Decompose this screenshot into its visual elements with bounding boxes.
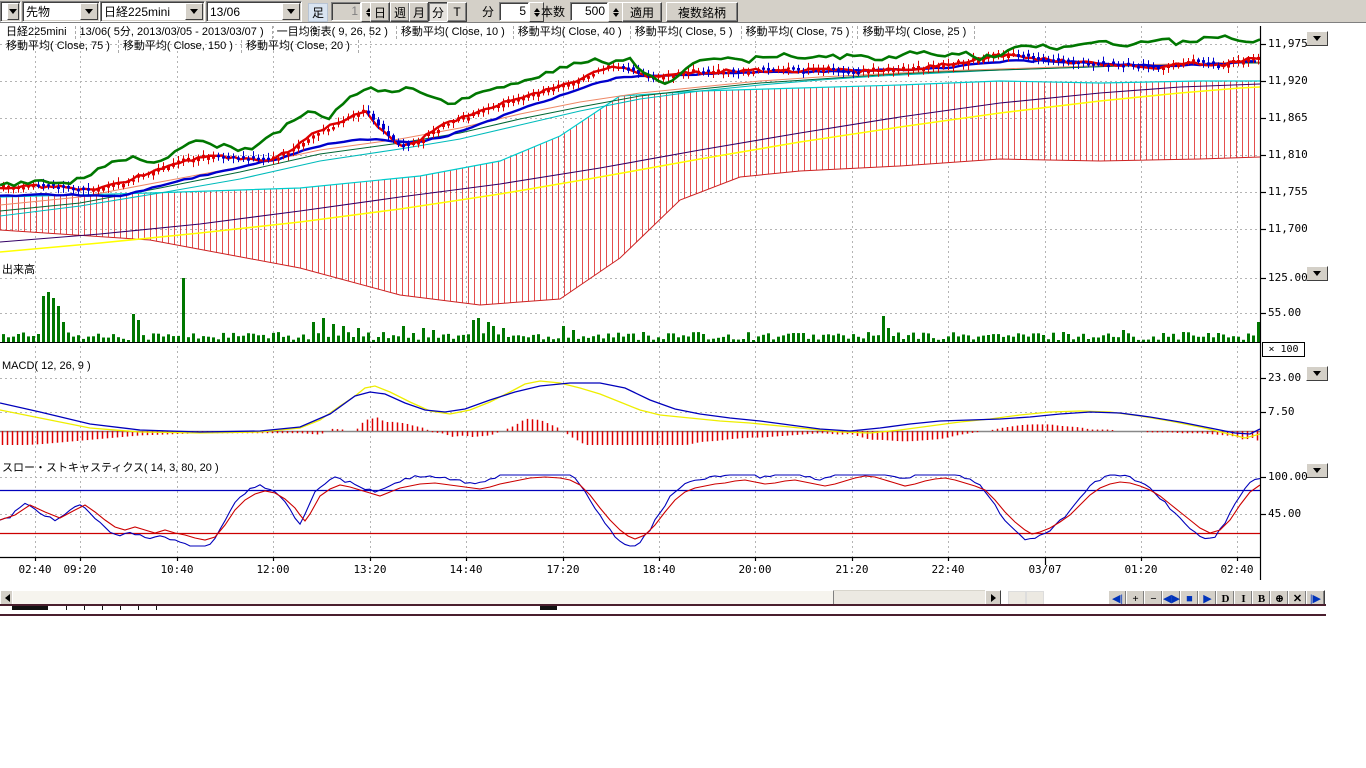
volume-pane-label: 出来高 <box>2 261 35 277</box>
time-axis-tick: 02:40 <box>18 563 51 576</box>
time-axis-tick: 17:20 <box>546 563 579 576</box>
arrow-left-icon <box>5 594 10 602</box>
macd-axis-tick: 7.50 <box>1268 405 1295 418</box>
stoch-pane-menu-button[interactable] <box>1306 463 1328 478</box>
stoch-pane-label: スロー・ストキャスティクス( 14, 3, 80, 20 ) <box>2 459 219 475</box>
volume-pane-series <box>0 278 1260 343</box>
legend-item: 13/06( 5分, 2013/03/05 - 2013/03/07 ) <box>76 26 273 39</box>
chevron-down-icon <box>1313 271 1321 276</box>
legend-item: 日経225mini <box>2 26 76 39</box>
range-strip-tick <box>84 606 85 610</box>
time-axis-tick: 13:20 <box>353 563 386 576</box>
mini-scrollbar-piece <box>1008 591 1026 605</box>
range-strip-tick <box>120 606 121 610</box>
range-strip-segment <box>540 606 557 610</box>
volume-pane-menu-button[interactable] <box>1306 266 1328 281</box>
macd-pane-label: MACD( 12, 26, 9 ) <box>2 360 91 372</box>
price-axis-tick: 11,810 <box>1268 148 1308 161</box>
range-strip-segment <box>12 606 48 610</box>
axis-lines <box>0 26 1266 580</box>
legend-item: 移動平均( Close, 40 ) <box>514 26 631 39</box>
arrow-right-icon <box>991 594 996 602</box>
time-axis-tick: 03/07 <box>1028 563 1061 576</box>
stoch-axis-tick: 45.00 <box>1268 507 1301 520</box>
stoch-pane-series <box>0 475 1260 546</box>
legend-row-1: 日経225mini13/06( 5分, 2013/03/05 - 2013/03… <box>2 26 975 39</box>
macd-axis-tick: 23.00 <box>1268 371 1301 384</box>
price-pane-menu-button[interactable] <box>1306 31 1328 46</box>
range-strip-tick <box>66 606 67 610</box>
volume-axis-tick: 125.00 <box>1268 271 1308 284</box>
chevron-down-icon <box>1313 468 1321 473</box>
volume-axis-tick: 55.00 <box>1268 306 1301 319</box>
legend-row-2: 移動平均( Close, 75 )移動平均( Close, 150 )移動平均(… <box>2 40 359 53</box>
legend-item: 一目均衡表( 9, 26, 52 ) <box>273 26 397 39</box>
legend-item: 移動平均( Close, 75 ) <box>742 26 859 39</box>
legend-item: 移動平均( Close, 5 ) <box>631 26 742 39</box>
range-strip-tick <box>138 606 139 610</box>
time-axis-tick: 10:40 <box>160 563 193 576</box>
time-axis-tick: 12:00 <box>256 563 289 576</box>
price-axis-tick: 11,755 <box>1268 185 1308 198</box>
range-strip-tick <box>156 606 157 610</box>
time-axis-tick: 20:00 <box>738 563 771 576</box>
chevron-down-icon <box>1313 371 1321 376</box>
time-axis-tick: 22:40 <box>931 563 964 576</box>
range-strip-tick <box>102 606 103 610</box>
stoch-axis-tick: 100.00 <box>1268 470 1308 483</box>
price-axis-tick: 11,920 <box>1268 74 1308 87</box>
time-axis-tick: 21:20 <box>835 563 868 576</box>
legend-item: 移動平均( Close, 25 ) <box>858 26 975 39</box>
price-axis-tick: 11,700 <box>1268 222 1308 235</box>
macd-pane-menu-button[interactable] <box>1306 366 1328 381</box>
legend-item: 移動平均( Close, 75 ) <box>2 40 119 53</box>
price-axis-tick: 11,865 <box>1268 111 1308 124</box>
data-range-strip[interactable] <box>0 604 1326 616</box>
chevron-down-icon <box>1313 36 1321 41</box>
mini-scrollbar-piece <box>1026 591 1044 605</box>
time-axis-tick: 14:40 <box>449 563 482 576</box>
time-axis-tick: 09:20 <box>63 563 96 576</box>
gridlines <box>0 26 1260 557</box>
price-pane-series <box>0 36 1260 252</box>
volume-multiplier-badge: × 100 <box>1262 342 1305 357</box>
legend-item: 移動平均( Close, 150 ) <box>119 40 242 53</box>
time-axis-tick: 02:40 <box>1220 563 1253 576</box>
legend-item: 移動平均( Close, 10 ) <box>397 26 514 39</box>
legend-item: 移動平均( Close, 20 ) <box>242 40 359 53</box>
time-axis-tick: 01:20 <box>1124 563 1157 576</box>
time-axis-tick: 18:40 <box>642 563 675 576</box>
price-axis-tick: 11,975 <box>1268 37 1308 50</box>
chart-canvas <box>0 0 1366 612</box>
